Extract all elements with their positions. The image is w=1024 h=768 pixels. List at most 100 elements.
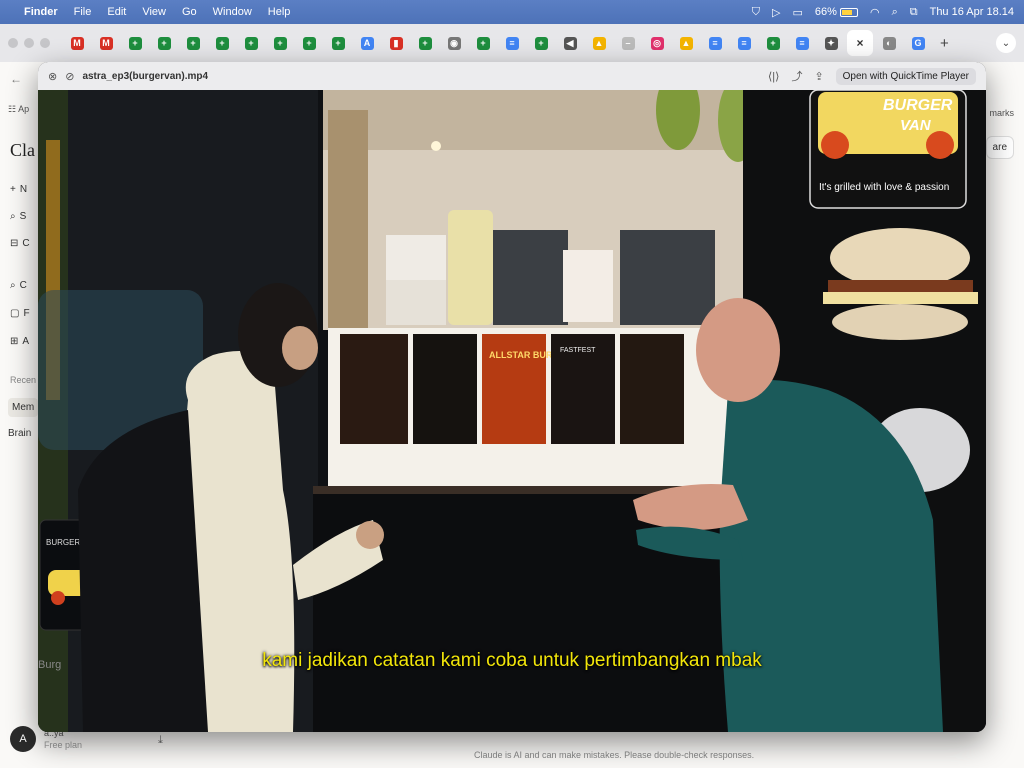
menu-file[interactable]: File	[74, 6, 92, 18]
man-head	[696, 298, 780, 402]
sidebar-item-customize[interactable]: ⌕ C	[10, 280, 27, 291]
minimize-window-button[interactable]	[24, 38, 34, 48]
chats-icon: ⊟	[10, 238, 19, 249]
docs-icon: ≡	[505, 36, 519, 50]
control-center-icon[interactable]: ⧉	[910, 6, 918, 19]
browser-tab[interactable]: ▲	[586, 30, 612, 56]
browser-tab[interactable]: ≡	[789, 30, 815, 56]
recents-heading: Recen	[10, 375, 37, 385]
browser-tab[interactable]: +	[760, 30, 786, 56]
drive-icon: ▲	[592, 36, 606, 50]
sidebar-item-artifacts[interactable]: ⊞ A	[10, 336, 29, 347]
close-window-button[interactable]	[8, 38, 18, 48]
sign-brand-bottom: VAN	[900, 117, 932, 134]
apps-bookmark[interactable]: ☷ Ap	[8, 104, 29, 115]
rotate-icon[interactable]: ⤴	[791, 68, 802, 84]
menu-go[interactable]: Go	[182, 6, 197, 18]
browser-tab[interactable]: +	[325, 30, 351, 56]
recent-chat-item[interactable]: Brain	[8, 428, 31, 439]
back-button[interactable]: ←	[10, 72, 22, 86]
browser-tab[interactable]: +	[412, 30, 438, 56]
burger-bun-top	[830, 228, 970, 288]
browser-tab[interactable]: +	[209, 30, 235, 56]
display-status-icon[interactable]: ▭	[793, 6, 803, 19]
user-plan: Free plan	[44, 740, 83, 750]
open-with-quicktime-button[interactable]: Open with QuickTime Player	[835, 67, 976, 85]
menu-poster	[620, 334, 684, 444]
active-tab[interactable]: ×	[847, 30, 873, 56]
menu-help[interactable]: Help	[268, 6, 291, 18]
browser-tab[interactable]: +	[151, 30, 177, 56]
browser-tab[interactable]: ≡	[731, 30, 757, 56]
browser-tab[interactable]: +	[180, 30, 206, 56]
browser-tab[interactable]: G	[905, 30, 931, 56]
tab-strip: M M + + + + + + + + A ▮ + ◉ + ≡ + ◀ ▲ – ◎ ▲ ≡ ≡ + ≡ ✦ × ◐ G + ⌄	[0, 24, 1024, 62]
play-status-icon[interactable]: ▷	[772, 6, 780, 19]
sheets-icon: +	[186, 36, 200, 50]
battery-indicator[interactable]: 66%	[815, 6, 858, 18]
browser-tab[interactable]: ✦	[818, 30, 844, 56]
sidebar-item-search[interactable]: ⌕ S	[10, 211, 26, 222]
browser-tab[interactable]: ▮	[383, 30, 409, 56]
spotlight-search-icon[interactable]: ⌕	[892, 6, 898, 19]
sign-van-wheel	[926, 131, 954, 159]
burger-bun-bottom	[832, 304, 968, 340]
close-icon[interactable]: ⊗	[48, 70, 57, 83]
shield-icon: ◉	[447, 36, 461, 50]
menu-window[interactable]: Window	[213, 6, 252, 18]
browser-tab[interactable]: +	[470, 30, 496, 56]
video-frame[interactable]: BURGER VAN Burg ALLSTAR BURGER FASTFEST	[38, 70, 986, 732]
browser-tab[interactable]: ◎	[644, 30, 670, 56]
download-icon[interactable]: ⤓	[158, 734, 163, 747]
tab-search-button[interactable]: ⌄	[996, 33, 1016, 53]
sidebar-item-projects[interactable]: ▢ F	[10, 308, 30, 319]
browser-tab[interactable]: ▲	[673, 30, 699, 56]
browser-tab[interactable]: ≡	[499, 30, 525, 56]
clock[interactable]: Thu 16 Apr 18.14	[930, 6, 1014, 18]
browser-tab[interactable]: M	[64, 30, 90, 56]
shield-status-icon[interactable]: ⛉	[752, 6, 760, 19]
browser-tab[interactable]: ◐	[876, 30, 902, 56]
browser-tab[interactable]: +	[296, 30, 322, 56]
fullscreen-icon[interactable]: ⊘	[65, 70, 74, 83]
quicklook-window: ⊗ ⊘ astra_ep3(burgervan).mp4 ⟨|⟩ ⤴ ⇪ Ope…	[38, 62, 986, 732]
zoom-window-button[interactable]	[40, 38, 50, 48]
recent-chat-item[interactable]: Mem	[8, 398, 39, 417]
bookmarks-label[interactable]: marks	[990, 108, 1015, 118]
close-tab-icon[interactable]: ×	[854, 36, 867, 50]
trim-icon[interactable]: ⟨|⟩	[768, 70, 779, 83]
window-controls	[8, 38, 50, 48]
menu-view[interactable]: View	[142, 6, 166, 18]
browser-tab[interactable]: ◀	[557, 30, 583, 56]
browser-tab[interactable]: +	[267, 30, 293, 56]
instagram-icon: ◎	[650, 36, 664, 50]
sheets-icon: +	[534, 36, 548, 50]
drive-icon: ▲	[679, 36, 693, 50]
sheets-icon: +	[331, 36, 345, 50]
share-button[interactable]: are	[985, 136, 1014, 159]
menu-poster	[340, 334, 408, 444]
browser-tab[interactable]: +	[238, 30, 264, 56]
extension-icon: ◐	[882, 36, 896, 50]
sheets-icon: +	[302, 36, 316, 50]
new-tab-button[interactable]: +	[940, 35, 949, 52]
sign-van-wheel	[821, 131, 849, 159]
menu-app-finder[interactable]: Finder	[24, 6, 58, 18]
share-icon[interactable]: ⇪	[814, 70, 823, 83]
wifi-icon[interactable]: ◠	[870, 6, 880, 19]
menu-stand	[448, 210, 493, 325]
browser-tab[interactable]: ≡	[702, 30, 728, 56]
wood-panel	[328, 110, 368, 330]
browser-tab[interactable]: A	[354, 30, 380, 56]
browser-tab[interactable]: +	[122, 30, 148, 56]
claude-icon: ✦	[824, 36, 838, 50]
sidebar-item-new-chat[interactable]: + N	[10, 184, 27, 195]
browser-tab[interactable]: –	[615, 30, 641, 56]
browser-tab[interactable]: M	[93, 30, 119, 56]
sheets-icon: +	[418, 36, 432, 50]
qr-card	[563, 250, 613, 322]
sidebar-item-chats[interactable]: ⊟ C	[10, 238, 30, 249]
browser-tab[interactable]: ◉	[441, 30, 467, 56]
menu-edit[interactable]: Edit	[107, 6, 126, 18]
browser-tab[interactable]: +	[528, 30, 554, 56]
